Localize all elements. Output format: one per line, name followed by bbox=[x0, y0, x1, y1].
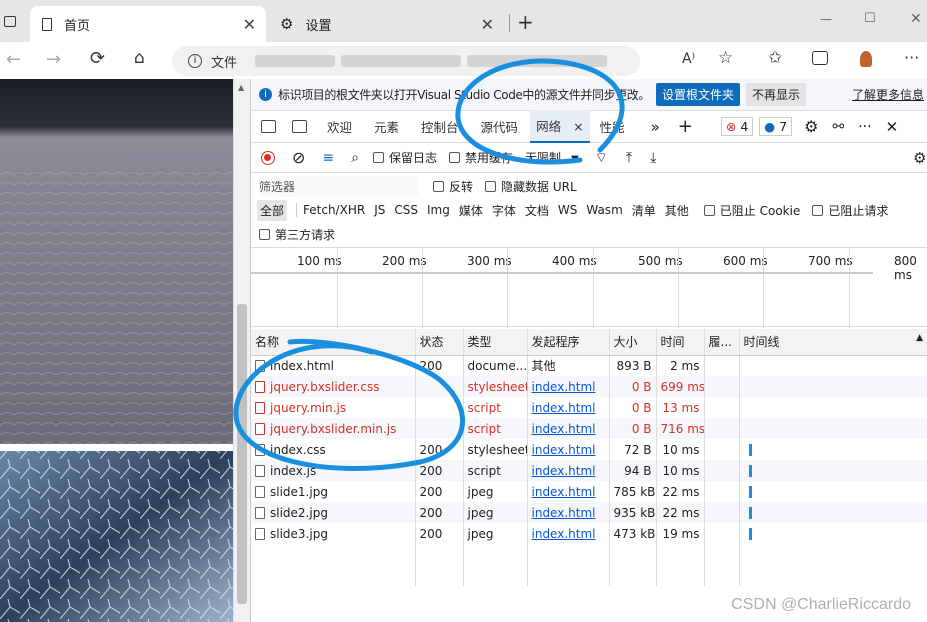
watermark: CSDN @CharlieRiccardo bbox=[731, 596, 911, 613]
annotation-circle bbox=[455, 58, 625, 165]
annotation-overlay bbox=[233, 58, 625, 471]
annotation-circle bbox=[233, 338, 466, 471]
